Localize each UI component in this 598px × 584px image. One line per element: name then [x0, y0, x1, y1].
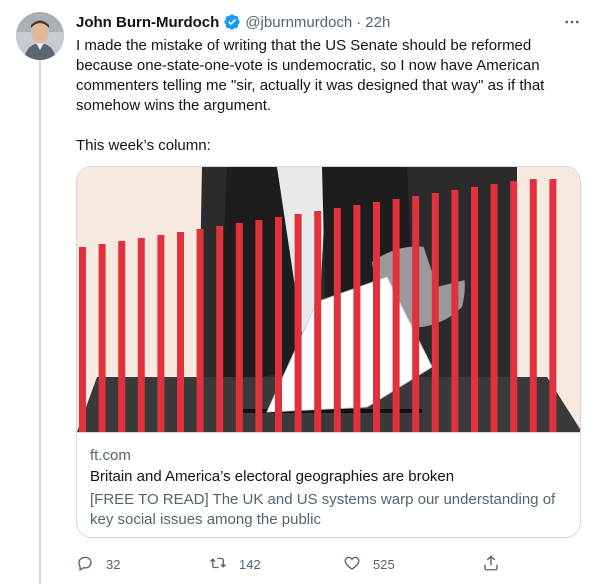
red-bar — [216, 226, 224, 432]
thread-line — [39, 60, 41, 584]
red-bar — [412, 196, 420, 432]
red-bar — [275, 217, 282, 432]
red-bar — [431, 193, 439, 432]
red-bar — [177, 232, 184, 432]
reply-icon — [76, 554, 94, 575]
card-image — [77, 167, 580, 432]
red-bar — [137, 238, 145, 432]
ballot-box-illustration — [77, 167, 580, 432]
verified-badge-icon — [223, 13, 241, 31]
red-bar — [373, 202, 380, 432]
like-icon — [343, 554, 361, 575]
red-bar — [118, 241, 126, 432]
share-icon — [482, 554, 500, 575]
red-bar — [333, 208, 341, 432]
author-handle[interactable]: @jburnmurdoch — [245, 14, 352, 31]
red-bar — [392, 199, 400, 432]
red-bar — [529, 179, 537, 432]
link-card[interactable]: ft.com Britain and America’s electoral g… — [76, 166, 581, 538]
reply-button[interactable]: 32 — [76, 552, 120, 576]
more-icon[interactable] — [560, 10, 584, 34]
red-bar — [471, 187, 478, 432]
retweet-count: 142 — [239, 556, 261, 572]
avatar[interactable] — [16, 12, 64, 60]
red-bar — [196, 229, 204, 432]
card-domain: ft.com — [90, 447, 131, 464]
avatar-image — [16, 12, 64, 60]
share-button[interactable] — [482, 552, 500, 576]
red-bar — [314, 211, 322, 432]
like-button[interactable]: 525 — [343, 552, 395, 576]
red-bar — [490, 184, 498, 432]
separator-dot: · — [356, 13, 362, 31]
red-bar — [235, 223, 243, 432]
red-bar — [510, 181, 518, 432]
reply-count: 32 — [106, 556, 121, 572]
retweet-icon — [209, 554, 227, 575]
red-bar — [98, 244, 106, 432]
like-count: 525 — [373, 556, 395, 572]
red-bar — [79, 247, 86, 432]
tweet[interactable]: John Burn-Murdoch @jburnmurdoch · 22h I … — [0, 0, 598, 584]
red-bar — [255, 220, 263, 432]
tweet-text: I made the mistake of writing that the U… — [76, 37, 545, 154]
tweet-time[interactable]: 22h — [365, 14, 390, 31]
red-bar — [549, 179, 557, 432]
card-divider — [77, 432, 580, 433]
red-bar — [294, 214, 302, 432]
tweet-header: John Burn-Murdoch @jburnmurdoch · 22h — [76, 12, 390, 32]
retweet-button[interactable]: 142 — [209, 552, 261, 576]
action-bar: 32 142 525 — [76, 552, 586, 576]
card-description: [FREE TO READ] The UK and US systems war… — [90, 491, 556, 528]
author-name[interactable]: John Burn-Murdoch — [76, 14, 219, 31]
red-bar — [451, 190, 459, 432]
red-bar — [353, 205, 361, 432]
red-bar — [157, 235, 165, 432]
card-title[interactable]: Britain and America’s electoral geograph… — [90, 468, 454, 485]
